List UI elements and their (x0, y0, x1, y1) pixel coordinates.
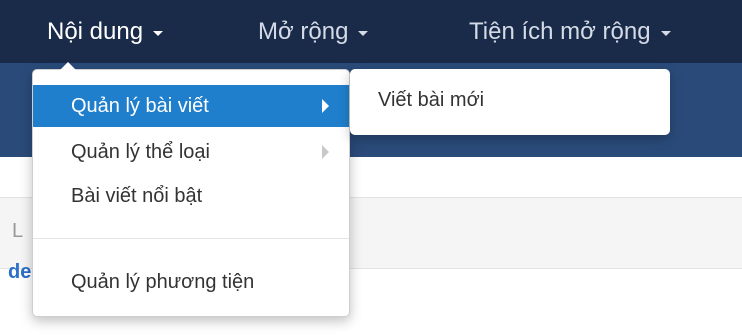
menu-item-label: Bài viết nổi bật (71, 184, 203, 207)
chevron-right-icon (322, 99, 329, 113)
nav-noi-dung-label: Nội dung (47, 17, 144, 45)
content-link[interactable]: de (8, 261, 31, 284)
submenu-item-viet-bai-moi[interactable]: Viết bài mới (378, 89, 484, 112)
noi-dung-dropdown-menu: Quản lý bài viết Quản lý thể loại Bài vi… (32, 62, 350, 317)
menu-item-label: Quản lý phương tiện (71, 270, 255, 293)
top-navbar: Nội dung Mở rộng Tiện ích mở rộng (0, 0, 742, 63)
menu-item-quan-ly-bai-viet[interactable]: Quản lý bài viết (33, 85, 349, 127)
nav-tien-ich-mo-rong-label: Tiện ích mở rộng (469, 17, 651, 45)
quan-ly-bai-viet-submenu: Viết bài mới (350, 69, 670, 135)
dropdown-notch (60, 62, 76, 70)
caret-down-icon (153, 30, 164, 36)
menu-item-quan-ly-phuong-tien[interactable]: Quản lý phương tiện (33, 261, 349, 303)
nav-mo-rong-label: Mở rộng (258, 17, 349, 45)
nav-noi-dung[interactable]: Nội dung (47, 0, 164, 63)
menu-item-bai-viet-noi-bat[interactable]: Bài viết nổi bật (33, 175, 349, 217)
menu-item-label: Quản lý thể loại (71, 140, 210, 163)
panel-label: L (12, 220, 24, 242)
menu-item-label: Quản lý bài viết (71, 94, 209, 117)
chevron-right-icon (322, 145, 329, 159)
menu-divider (33, 238, 349, 239)
menu-item-quan-ly-the-loai[interactable]: Quản lý thể loại (33, 131, 349, 173)
caret-down-icon (358, 30, 369, 36)
nav-mo-rong[interactable]: Mở rộng (258, 0, 369, 63)
caret-down-icon (660, 30, 671, 36)
nav-tien-ich-mo-rong[interactable]: Tiện ích mở rộng (469, 0, 671, 63)
